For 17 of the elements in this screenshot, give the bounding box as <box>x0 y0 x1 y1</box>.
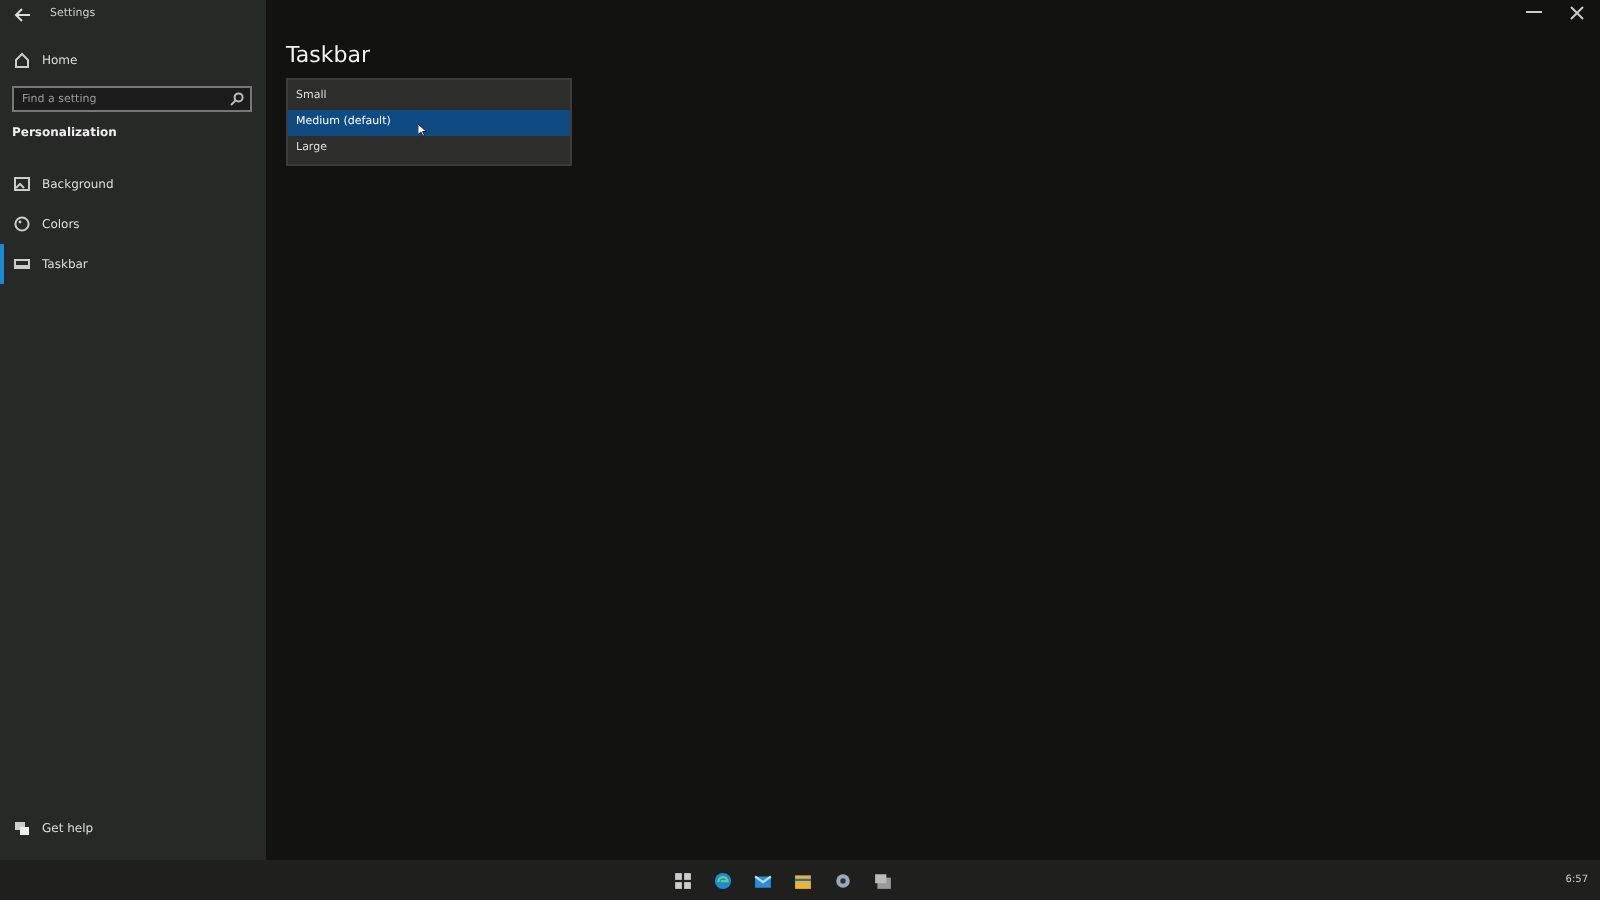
minimize-icon[interactable] <box>1526 10 1542 14</box>
browser-icon[interactable] <box>713 871 732 889</box>
back-arrow-icon[interactable] <box>14 7 30 21</box>
chat-bubbles-icon <box>14 820 30 836</box>
palette-icon <box>14 216 30 232</box>
mail-icon[interactable] <box>753 871 772 889</box>
folder-icon[interactable] <box>793 871 812 889</box>
picture-icon <box>14 176 30 192</box>
start-icon[interactable] <box>673 871 692 889</box>
gear-icon[interactable] <box>833 871 852 889</box>
page-title: Taskbar <box>286 42 372 68</box>
mouse-cursor-icon <box>418 122 430 138</box>
taskbar-icon <box>14 256 30 272</box>
windows-stack-icon[interactable] <box>873 871 892 889</box>
house-icon <box>14 52 30 68</box>
close-icon[interactable] <box>1570 5 1584 19</box>
search-icon <box>230 92 244 106</box>
